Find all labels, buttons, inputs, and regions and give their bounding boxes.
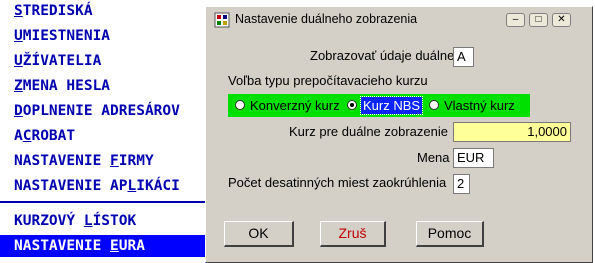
- minimize-icon: –: [512, 14, 519, 25]
- title-bar[interactable]: Nastavenie duálneho zobrazenia – □ ✕: [206, 7, 592, 32]
- decimals-field[interactable]: 2: [453, 174, 470, 194]
- radio-indicator: [429, 100, 439, 110]
- main-menu: STREDISKÁ UMIESTNENIA UŽÍVATELIA ZMENA H…: [0, 0, 210, 263]
- close-icon: ✕: [557, 14, 566, 25]
- currency-label: Mena: [417, 150, 450, 165]
- menu-item-nastavenie-eura[interactable]: NASTAVENIE EURA: [0, 235, 210, 257]
- ok-button[interactable]: OK: [224, 221, 294, 247]
- menu-item-nastavenie-firmy[interactable]: NASTAVENIE FIRMY: [14, 150, 154, 172]
- menu-item-nastavenie-aplikacie[interactable]: NASTAVENIE APLIKÁCI: [14, 175, 180, 197]
- radio-label: Kurz NBS: [359, 96, 424, 115]
- menu-item-uzivatelia[interactable]: UŽÍVATELIA: [14, 50, 101, 72]
- menu-item-umiestnenia[interactable]: UMIESTNENIA: [14, 25, 110, 47]
- radio-label: Konverzný kurz: [250, 98, 340, 113]
- rate-field[interactable]: 1,0000: [453, 122, 571, 142]
- menu-item-doplnenie-adresarov[interactable]: DOPLNENIE ADRESÁROV: [14, 100, 180, 122]
- rate-label: Kurz pre duálne zobrazenie: [289, 124, 448, 139]
- rate-choice-label: Voľba typu prepočítavacieho kurzu: [228, 73, 428, 88]
- radio-indicator-selected: [347, 100, 357, 110]
- menu-separator: [0, 201, 210, 203]
- decimals-label: Počet desatinných miest zaokrúhlenia: [228, 175, 447, 190]
- menu-item-acrobat[interactable]: ACROBAT: [14, 125, 75, 147]
- radio-indicator: [235, 100, 245, 110]
- dual-display-dialog: Nastavenie duálneho zobrazenia – □ ✕ Zob…: [205, 6, 593, 263]
- minimize-button[interactable]: –: [506, 13, 525, 27]
- cancel-button[interactable]: Zruš: [320, 221, 386, 247]
- app-icon: [214, 12, 230, 28]
- maximize-button[interactable]: □: [529, 13, 548, 27]
- rate-type-radio-group: Konverzný kurz Kurz NBS Vlastný kurz: [228, 94, 530, 117]
- show-dual-field[interactable]: A: [453, 47, 474, 67]
- close-button[interactable]: ✕: [552, 13, 571, 27]
- dialog-title: Nastavenie duálneho zobrazenia: [235, 12, 418, 26]
- menu-item-strediska[interactable]: STREDISKÁ: [14, 0, 93, 22]
- menu-item-kurzovy-listok[interactable]: KURZOVÝ LÍSTOK: [14, 210, 136, 232]
- currency-field[interactable]: EUR: [453, 148, 494, 168]
- maximize-icon: □: [535, 14, 542, 25]
- help-button[interactable]: Pomoc: [416, 221, 484, 247]
- menu-item-label: NASTAVENIE EURA: [14, 238, 145, 254]
- show-dual-label: Zobrazovať údaje duálne: [310, 48, 455, 63]
- menu-item-zmena-hesla[interactable]: ZMENA HESLA: [14, 75, 110, 97]
- radio-label: Vlastný kurz: [444, 98, 515, 113]
